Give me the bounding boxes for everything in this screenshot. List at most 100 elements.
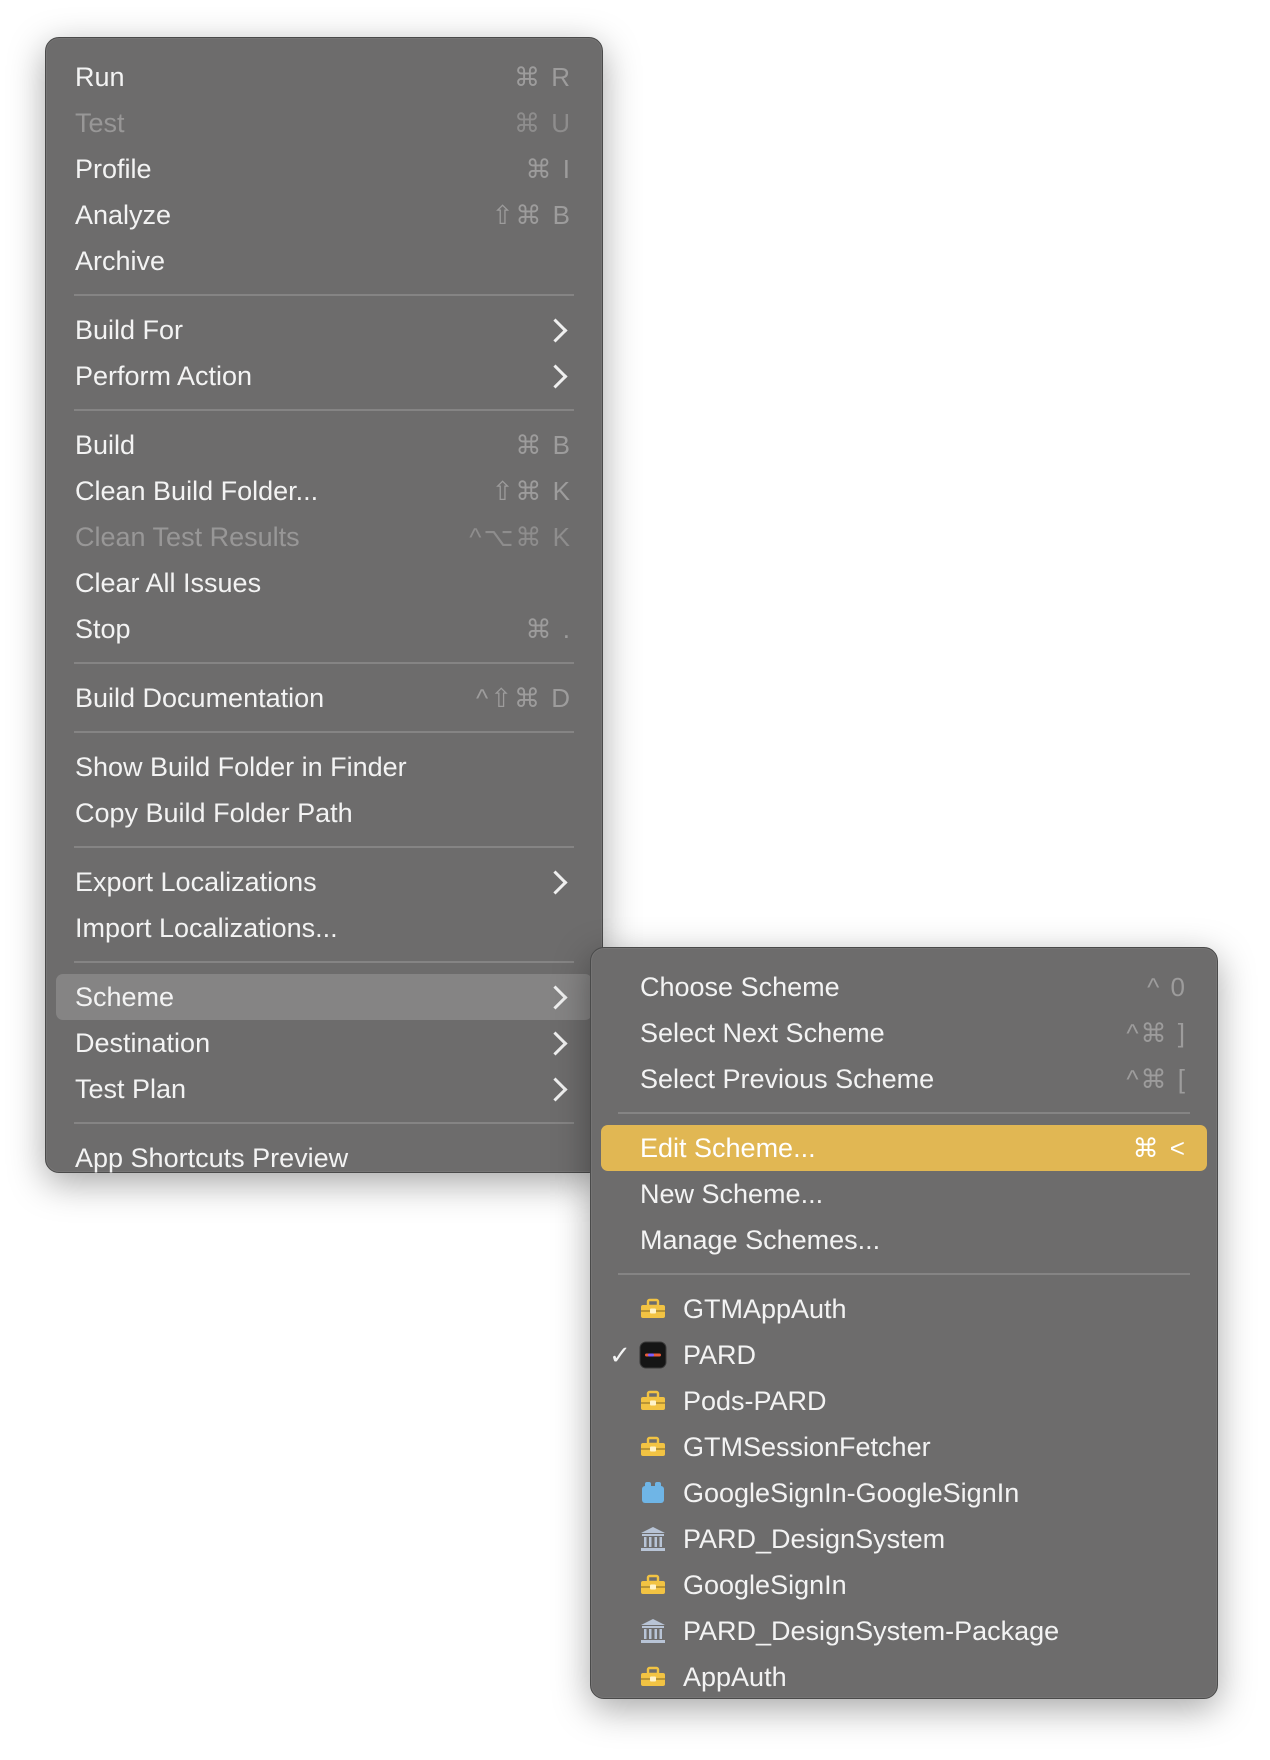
menu-item-label: GTMAppAuth (683, 1293, 847, 1324)
menu-item-label: GoogleSignIn (683, 1569, 847, 1600)
chevron-right-icon (543, 317, 568, 343)
scheme-item-googlesignin-googlesignin[interactable]: GoogleSignIn-GoogleSignIn (601, 1470, 1207, 1516)
menu-item-destination[interactable]: Destination (56, 1020, 592, 1066)
menu-item-build-for[interactable]: Build For (56, 307, 592, 353)
menu-item-label: PARD_DesignSystem (683, 1523, 946, 1554)
menu-item-manage-schemes[interactable]: Manage Schemes... (601, 1217, 1207, 1263)
menu-item-label: Scheme (75, 981, 175, 1012)
chevron-right-icon (543, 984, 568, 1010)
keyboard-shortcut: ⌘ U (514, 107, 572, 138)
menu-separator (74, 731, 574, 733)
menu-item-label: Build For (75, 314, 184, 345)
menu-item-label: App Shortcuts Preview (75, 1142, 349, 1173)
app-icon (639, 1341, 667, 1369)
keyboard-shortcut: ⌘ . (525, 613, 572, 644)
menu-separator (74, 409, 574, 411)
checkmark-icon: ✓ (609, 1339, 631, 1370)
product-menu: Run ⌘ R Test ⌘ U Profile ⌘ I Analyze ⇧⌘ B Archiv… (45, 37, 603, 1173)
menu-item-show-build-folder-in-finder[interactable]: Show Build Folder in Finder (56, 744, 592, 790)
menu-item-label: Select Previous Scheme (640, 1063, 935, 1094)
scheme-item-gtmsessionfetcher[interactable]: GTMSessionFetcher (601, 1424, 1207, 1470)
menu-item-label: GTMSessionFetcher (683, 1431, 931, 1462)
menu-item-profile[interactable]: Profile ⌘ I (56, 146, 592, 192)
menu-item-build[interactable]: Build ⌘ B (56, 422, 592, 468)
keyboard-shortcut: ⌘ R (514, 61, 572, 92)
toolbox-icon (639, 1387, 667, 1415)
menu-item-label: Clean Build Folder... (75, 475, 319, 506)
menu-item-test-plan[interactable]: Test Plan (56, 1066, 592, 1112)
scheme-item-pard-designsystem[interactable]: PARD_DesignSystem (601, 1516, 1207, 1562)
menu-item-select-next-scheme[interactable]: Select Next Scheme ^⌘ ] (601, 1010, 1207, 1056)
menu-item-label: Export Localizations (75, 866, 317, 897)
menu-item-archive[interactable]: Archive (56, 238, 592, 284)
menu-item-label: GoogleSignIn-GoogleSignIn (683, 1477, 1020, 1508)
library-icon (639, 1525, 667, 1553)
menu-item-label: Build (75, 429, 136, 460)
chevron-right-icon (543, 869, 568, 895)
menu-item-label: Run (75, 61, 125, 92)
menu-separator (74, 294, 574, 296)
chevron-right-icon (543, 1076, 568, 1102)
chevron-right-icon (543, 1030, 568, 1056)
keyboard-shortcut: ⌘ B (515, 429, 572, 460)
menu-item-label: Profile (75, 153, 152, 184)
menu-item-label: Clean Test Results (75, 521, 300, 552)
menu-separator (618, 1112, 1190, 1114)
menu-item-choose-scheme[interactable]: Choose Scheme ^ 0 (601, 964, 1207, 1010)
menu-item-label: Test Plan (75, 1073, 187, 1104)
menu-item-label: Copy Build Folder Path (75, 797, 353, 828)
menu-item-stop[interactable]: Stop ⌘ . (56, 606, 592, 652)
menu-item-scheme[interactable]: Scheme (56, 974, 592, 1020)
menu-item-app-shortcuts-preview[interactable]: App Shortcuts Preview (56, 1135, 592, 1181)
keyboard-shortcut: ^ 0 (1147, 971, 1187, 1002)
chevron-right-icon (543, 363, 568, 389)
keyboard-shortcut: ⌘ I (525, 153, 572, 184)
scheme-submenu: Choose Scheme ^ 0 Select Next Scheme ^⌘ ] Se… (590, 947, 1218, 1699)
menu-item-label: Perform Action (75, 360, 253, 391)
menu-item-perform-action[interactable]: Perform Action (56, 353, 592, 399)
menu-item-label: Clear All Issues (75, 567, 262, 598)
menu-separator (618, 1273, 1190, 1275)
menu-item-analyze[interactable]: Analyze ⇧⌘ B (56, 192, 592, 238)
toolbox-icon (639, 1433, 667, 1461)
menu-item-export-localizations[interactable]: Export Localizations (56, 859, 592, 905)
menu-item-label: PARD_DesignSystem-Package (683, 1615, 1060, 1646)
menu-item-label: New Scheme... (640, 1178, 824, 1209)
menu-item-label: PARD (683, 1339, 757, 1370)
menu-item-clear-all-issues[interactable]: Clear All Issues (56, 560, 592, 606)
menu-item-label: Build Documentation (75, 682, 325, 713)
menu-separator (74, 961, 574, 963)
menu-item-import-localizations[interactable]: Import Localizations... (56, 905, 592, 951)
menu-item-label: Pods-PARD (683, 1385, 827, 1416)
menu-item-select-previous-scheme[interactable]: Select Previous Scheme ^⌘ [ (601, 1056, 1207, 1102)
keyboard-shortcut: ^⌘ [ (1126, 1063, 1187, 1094)
menu-item-edit-scheme[interactable]: Edit Scheme... ⌘ < (601, 1125, 1207, 1171)
menu-item-new-scheme[interactable]: New Scheme... (601, 1171, 1207, 1217)
toolbox-icon (639, 1571, 667, 1599)
menu-item-clean-build-folder[interactable]: Clean Build Folder... ⇧⌘ K (56, 468, 592, 514)
keyboard-shortcut: ⌘ < (1132, 1132, 1187, 1163)
toolbox-icon (639, 1295, 667, 1323)
menu-item-label: Manage Schemes... (640, 1224, 881, 1255)
scheme-item-gtmappauth[interactable]: GTMAppAuth (601, 1286, 1207, 1332)
menu-item-run[interactable]: Run ⌘ R (56, 54, 592, 100)
keyboard-shortcut: ^⌘ ] (1126, 1017, 1187, 1048)
scheme-item-pard[interactable]: ✓ PARD (601, 1332, 1207, 1378)
scheme-item-pard-designsystem-package[interactable]: PARD_DesignSystem-Package (601, 1608, 1207, 1654)
keyboard-shortcut: ^⌥⌘ K (469, 521, 572, 552)
scheme-item-pods-pard[interactable]: Pods-PARD (601, 1378, 1207, 1424)
scheme-item-appauth[interactable]: AppAuth (601, 1654, 1207, 1700)
toolbox-icon (639, 1663, 667, 1691)
menu-item-build-documentation[interactable]: Build Documentation ^⇧⌘ D (56, 675, 592, 721)
menu-item-copy-build-folder-path[interactable]: Copy Build Folder Path (56, 790, 592, 836)
scheme-item-googlesignin[interactable]: GoogleSignIn (601, 1562, 1207, 1608)
menu-item-label: Analyze (75, 199, 172, 230)
menu-item-label: Edit Scheme... (640, 1132, 816, 1163)
menu-item-label: AppAuth (683, 1661, 787, 1692)
keyboard-shortcut: ^⇧⌘ D (476, 682, 572, 713)
menu-separator (74, 1122, 574, 1124)
menu-item-label: Destination (75, 1027, 211, 1058)
library-icon (639, 1617, 667, 1645)
keyboard-shortcut: ⇧⌘ K (491, 475, 572, 506)
menu-item-label: Show Build Folder in Finder (75, 751, 407, 782)
